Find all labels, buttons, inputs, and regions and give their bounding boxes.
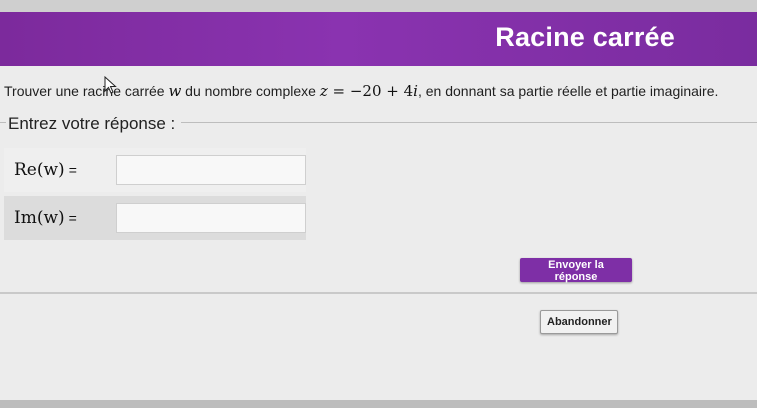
main-content: Trouver une racine carrée w du nombre co… — [0, 66, 757, 408]
imaginary-part-input[interactable] — [116, 203, 306, 233]
page-title: Racine carrée — [495, 22, 675, 52]
section-separator — [0, 292, 757, 294]
browser-top-strip — [0, 0, 757, 12]
math-equation: z = −20 + 4i — [319, 82, 418, 100]
question-suffix: , en donnant sa partie réelle et partie … — [417, 83, 719, 99]
real-part-input[interactable] — [116, 155, 306, 185]
question-middle: du nombre complexe — [181, 83, 320, 99]
imaginary-part-label: Im(w) = — [14, 208, 77, 228]
answer-row-imaginary: Im(w) = — [4, 196, 306, 240]
header-banner: Racine carrée — [0, 12, 757, 66]
real-part-label: Re(w) = — [14, 160, 77, 180]
abandon-button[interactable]: Abandonner — [540, 310, 618, 334]
bottom-edge — [0, 400, 757, 408]
mouse-cursor-icon — [104, 76, 117, 94]
submit-answer-button[interactable]: Envoyer la réponse — [520, 258, 632, 283]
math-var-w: w — [168, 82, 182, 100]
answer-legend: Entrez votre réponse : — [6, 114, 182, 134]
question-prefix: Trouver une racine carrée — [4, 83, 169, 99]
answer-row-real: Re(w) = — [4, 148, 306, 192]
